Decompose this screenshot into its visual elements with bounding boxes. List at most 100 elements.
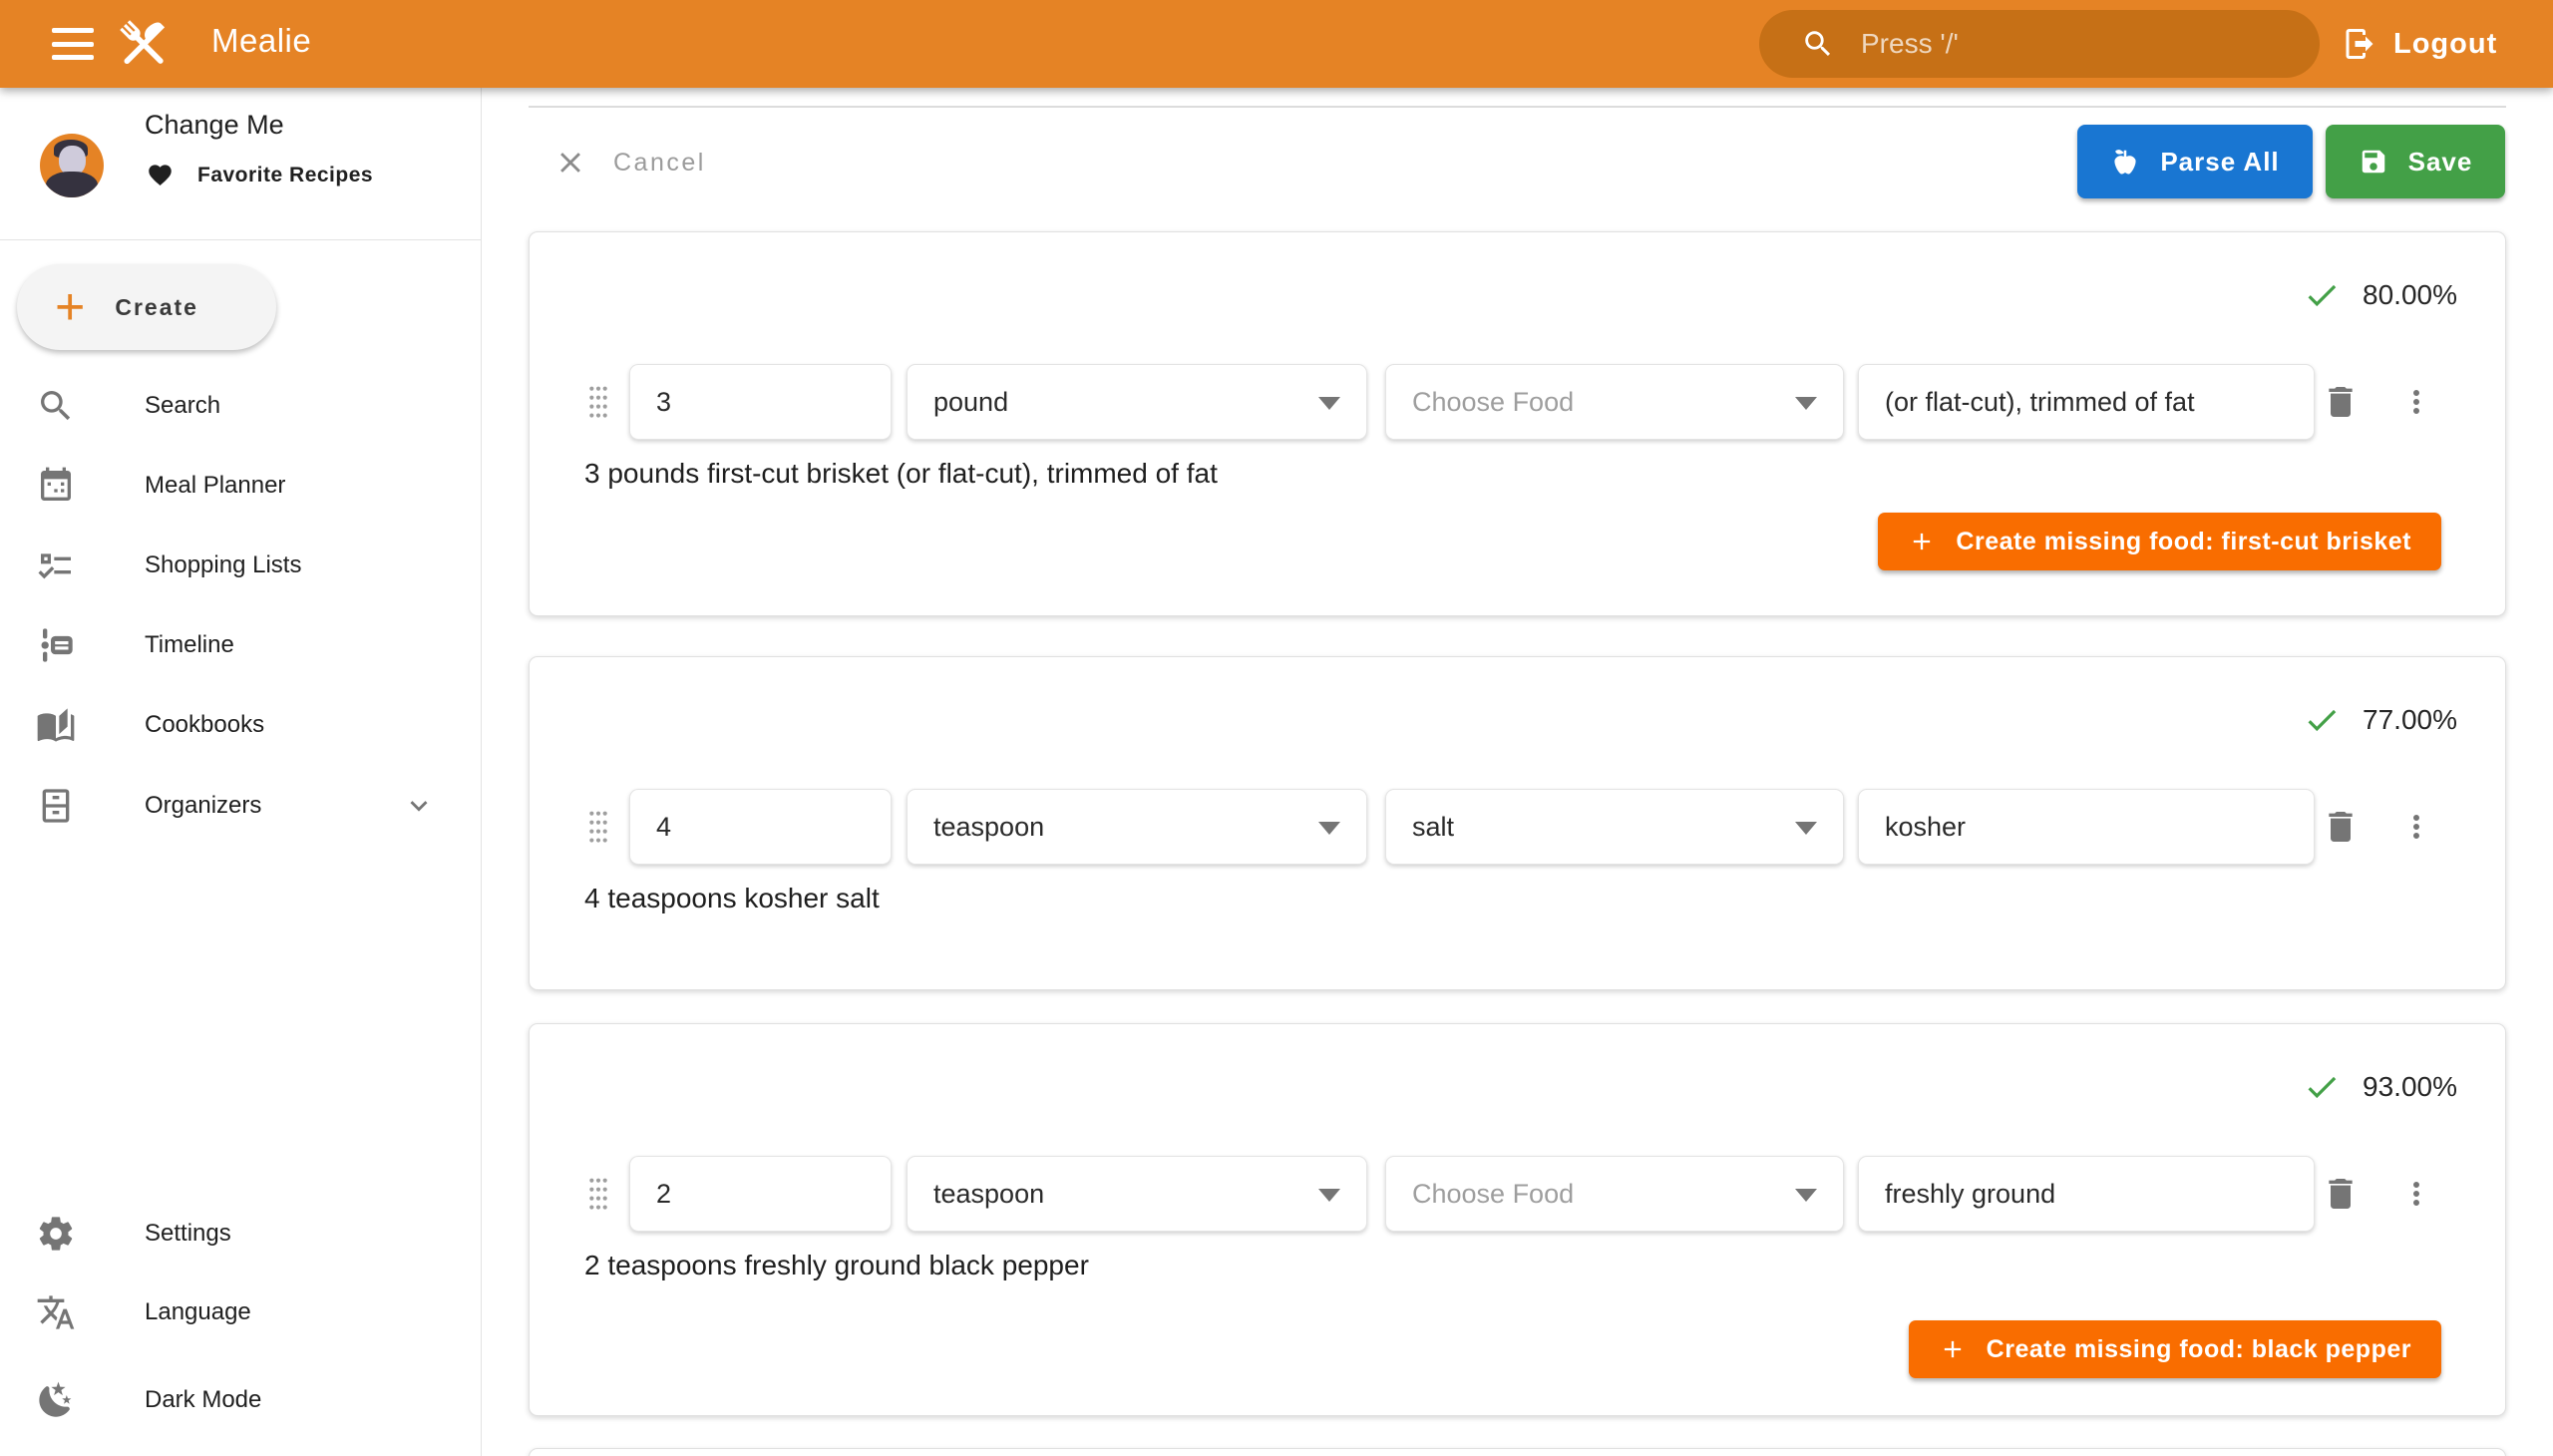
- app-header: Mealie Press '/' Logout: [0, 0, 2553, 88]
- delete-button[interactable]: [2317, 803, 2365, 851]
- delete-button[interactable]: [2317, 378, 2365, 426]
- confidence-indicator: 93.00%: [2303, 1068, 2457, 1106]
- ingredient-fields-row: 3 pound Choose Food (or flat-cut), trimm…: [530, 364, 2505, 440]
- sidebar-item-shopping-lists[interactable]: Shopping Lists: [0, 530, 482, 601]
- sidebar-item-search[interactable]: Search: [0, 370, 482, 442]
- chevron-down-icon: [402, 789, 436, 823]
- more-options-button[interactable]: [2392, 803, 2440, 851]
- save-button[interactable]: Save: [2326, 125, 2505, 198]
- confidence-value: 77.00%: [2363, 704, 2457, 736]
- sidebar-item-dark-mode[interactable]: Dark Mode: [0, 1364, 482, 1436]
- global-search-input[interactable]: Press '/': [1759, 10, 2320, 78]
- drag-handle-icon[interactable]: [584, 1177, 612, 1211]
- drag-handle-icon[interactable]: [584, 810, 612, 844]
- ingredient-card: 77.00% 4 teaspoon salt kosher: [529, 656, 2506, 990]
- check-icon: [2303, 1068, 2341, 1106]
- note-input[interactable]: (or flat-cut), trimmed of fat: [1858, 364, 2315, 440]
- original-ingredient-text: 2 teaspoons freshly ground black pepper: [584, 1250, 1089, 1281]
- cancel-button[interactable]: Cancel: [553, 146, 706, 180]
- file-cabinet-icon: [36, 786, 76, 826]
- ingredient-card: 93.00% 2 teaspoon Choose Food freshly gr…: [529, 1023, 2506, 1416]
- dropdown-arrow-icon: [1795, 822, 1817, 835]
- confidence-value: 93.00%: [2363, 1071, 2457, 1103]
- food-select[interactable]: Choose Food: [1385, 364, 1844, 440]
- scrolled-card-edge: [529, 106, 2506, 108]
- main-content: Cancel Parse All Save 80.00% 3 pound: [482, 88, 2553, 1456]
- drag-handle-icon[interactable]: [584, 385, 612, 419]
- confidence-value: 80.00%: [2363, 279, 2457, 311]
- trash-icon: [2321, 1174, 2361, 1214]
- sidebar-item-cookbooks[interactable]: Cookbooks: [0, 689, 482, 761]
- sidebar-divider: [0, 239, 481, 240]
- quantity-input[interactable]: 4: [629, 789, 892, 865]
- original-ingredient-text: 3 pounds first-cut brisket (or flat-cut)…: [584, 458, 1218, 490]
- open-book-icon: [36, 705, 76, 745]
- calendar-icon: [36, 466, 76, 506]
- moon-icon: [36, 1380, 76, 1420]
- timeline-icon: [36, 625, 76, 665]
- ingredient-fields-row: 2 teaspoon Choose Food freshly ground: [530, 1156, 2505, 1232]
- trash-icon: [2321, 382, 2361, 422]
- delete-button[interactable]: [2317, 1170, 2365, 1218]
- ingredient-card: 80.00% 3 pound Choose Food (or flat-cut)…: [529, 231, 2506, 616]
- create-missing-food-button[interactable]: Create missing food: black pepper: [1909, 1320, 2441, 1378]
- gear-icon: [36, 1214, 76, 1254]
- confidence-indicator: 80.00%: [2303, 276, 2457, 314]
- menu-hamburger-icon[interactable]: [52, 28, 94, 60]
- dropdown-arrow-icon: [1795, 1189, 1817, 1202]
- original-ingredient-text: 4 teaspoons kosher salt: [584, 883, 880, 914]
- create-missing-food-button[interactable]: Create missing food: first-cut brisket: [1878, 513, 2441, 570]
- more-options-button[interactable]: [2392, 378, 2440, 426]
- logout-icon: [2342, 26, 2377, 62]
- app-title: Mealie: [211, 22, 311, 60]
- apple-icon: [2110, 147, 2140, 177]
- dropdown-arrow-icon: [1318, 397, 1340, 410]
- ingredient-card-partial: [529, 1448, 2506, 1456]
- dots-vertical-icon: [2398, 809, 2434, 845]
- trash-icon: [2321, 807, 2361, 847]
- dots-vertical-icon: [2398, 384, 2434, 420]
- unit-select[interactable]: pound: [907, 364, 1367, 440]
- sidebar: Change Me Favorite Recipes + Create Sear…: [0, 88, 482, 1456]
- dropdown-arrow-icon: [1795, 397, 1817, 410]
- favorite-recipes-link[interactable]: Favorite Recipes: [147, 162, 373, 188]
- more-options-button[interactable]: [2392, 1170, 2440, 1218]
- heart-icon: [147, 162, 174, 188]
- plus-icon: [1939, 1335, 1967, 1363]
- unit-select[interactable]: teaspoon: [907, 1156, 1367, 1232]
- translate-icon: [36, 1292, 76, 1332]
- plus-icon: [1908, 528, 1936, 555]
- check-icon: [2303, 276, 2341, 314]
- sidebar-item-timeline[interactable]: Timeline: [0, 609, 482, 681]
- checklist-icon: [36, 546, 76, 585]
- check-icon: [2303, 701, 2341, 739]
- user-avatar[interactable]: [40, 134, 104, 197]
- parse-all-button[interactable]: Parse All: [2077, 125, 2313, 198]
- dots-vertical-icon: [2398, 1176, 2434, 1212]
- food-select[interactable]: salt: [1385, 789, 1844, 865]
- food-select[interactable]: Choose Food: [1385, 1156, 1844, 1232]
- logout-button[interactable]: Logout: [2342, 0, 2497, 88]
- mealie-logo-icon: [112, 12, 176, 81]
- close-icon: [553, 146, 587, 180]
- sidebar-item-organizers[interactable]: Organizers: [0, 770, 482, 842]
- sidebar-item-settings[interactable]: Settings: [0, 1198, 482, 1270]
- search-placeholder: Press '/': [1861, 28, 1959, 60]
- sidebar-item-meal-planner[interactable]: Meal Planner: [0, 450, 482, 522]
- unit-select[interactable]: teaspoon: [907, 789, 1367, 865]
- dropdown-arrow-icon: [1318, 1189, 1340, 1202]
- quantity-input[interactable]: 3: [629, 364, 892, 440]
- save-icon: [2359, 147, 2388, 177]
- note-input[interactable]: freshly ground: [1858, 1156, 2315, 1232]
- sidebar-item-language[interactable]: Language: [0, 1276, 482, 1348]
- plus-icon: +: [55, 281, 85, 333]
- confidence-indicator: 77.00%: [2303, 701, 2457, 739]
- dropdown-arrow-icon: [1318, 822, 1340, 835]
- user-name: Change Me: [145, 110, 284, 141]
- ingredient-fields-row: 4 teaspoon salt kosher: [530, 789, 2505, 865]
- create-button[interactable]: + Create: [17, 264, 276, 350]
- search-icon: [1801, 27, 1835, 61]
- search-icon: [36, 386, 76, 426]
- note-input[interactable]: kosher: [1858, 789, 2315, 865]
- quantity-input[interactable]: 2: [629, 1156, 892, 1232]
